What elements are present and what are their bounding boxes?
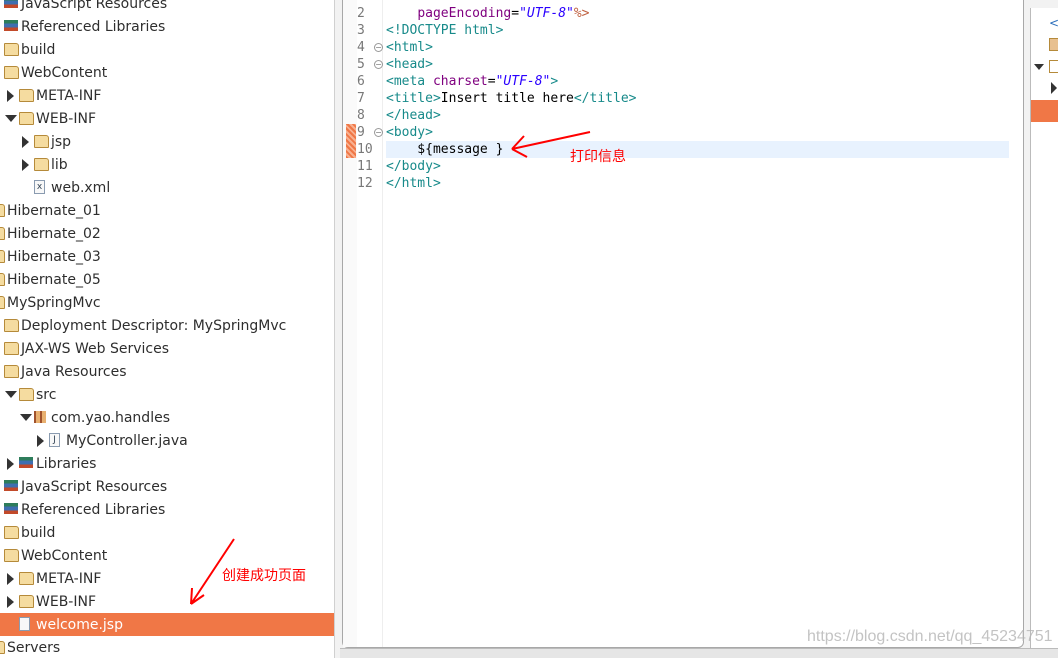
watermark: https://blog.csdn.net/qq_45234751 [807, 628, 1053, 645]
annotation-page-created: 创建成功页面 [222, 568, 306, 584]
annotation-print-message: 打印信息 [570, 149, 626, 165]
annotation-arrows [190, 131, 591, 605]
